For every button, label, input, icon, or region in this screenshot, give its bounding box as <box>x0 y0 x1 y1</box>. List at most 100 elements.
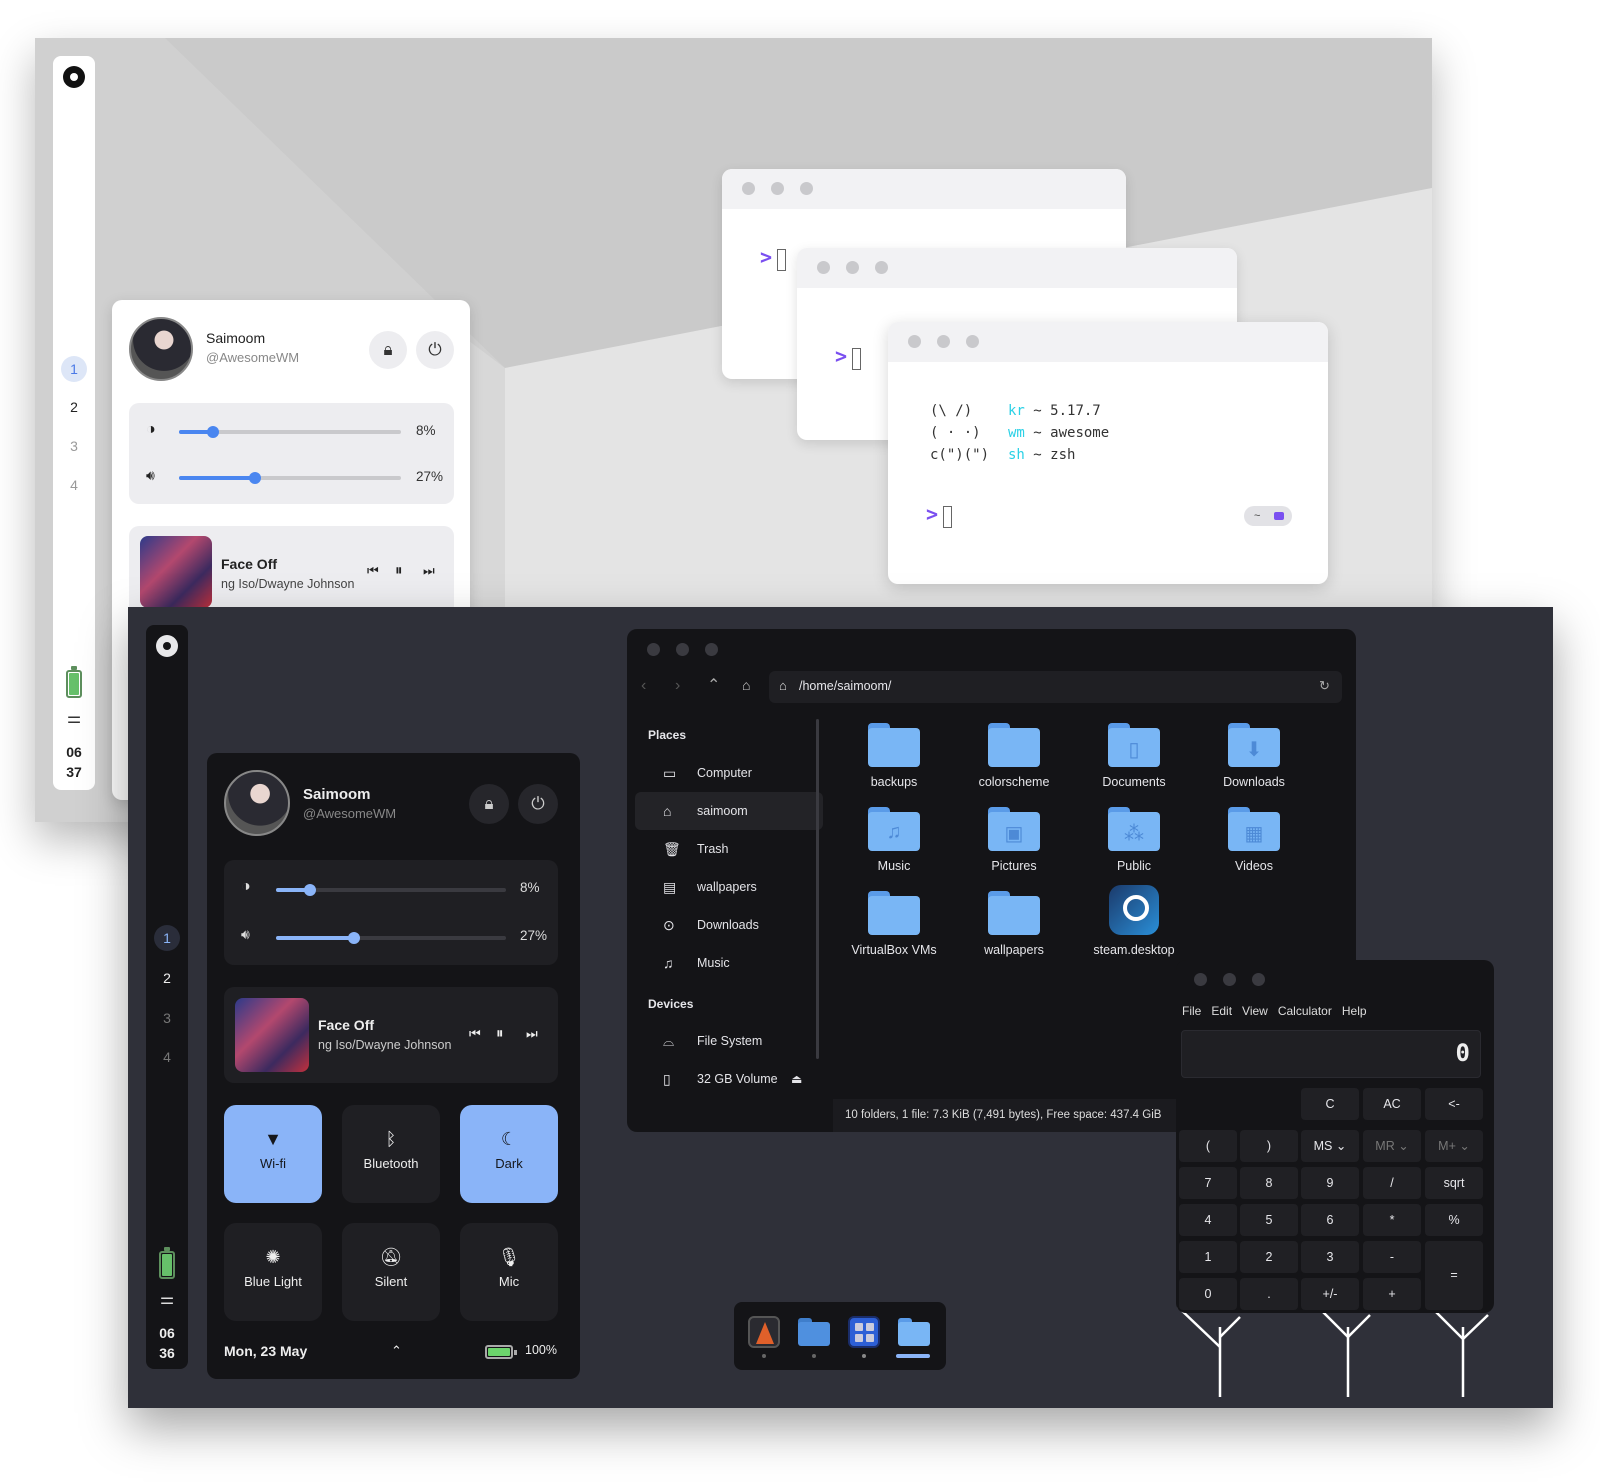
window-dot[interactable] <box>705 643 718 656</box>
lock-button[interactable]: 🔒︎ <box>369 331 407 369</box>
path-bar[interactable]: ⌂ /home/saimoom/ ↻ <box>769 671 1342 703</box>
folder-colorscheme[interactable]: colorscheme <box>954 723 1074 789</box>
calculator-window[interactable]: File Edit View Calculator Help 0 C AC <- ( )… <box>1176 960 1494 1313</box>
folder-music[interactable]: ♫ Music <box>834 807 954 873</box>
refresh-icon[interactable]: ↻ <box>1319 678 1330 694</box>
sidebar-item-trash[interactable]: 🗑︎ Trash <box>635 830 823 868</box>
key-1[interactable]: 1 <box>1179 1241 1237 1273</box>
mic-toggle[interactable]: 🎙︎ Mic <box>460 1223 558 1321</box>
sidebar-item-downloads[interactable]: ⊙ Downloads <box>635 906 823 944</box>
workspace-1[interactable]: 1 <box>61 356 87 382</box>
volume-knob[interactable] <box>348 932 360 944</box>
key-percent[interactable]: % <box>1425 1204 1483 1236</box>
brightness-knob[interactable] <box>207 426 219 438</box>
window-dot[interactable] <box>771 182 784 195</box>
window-dot[interactable] <box>800 182 813 195</box>
volume-knob[interactable] <box>249 472 261 484</box>
sidebar-item-music[interactable]: ♫ Music <box>635 944 823 982</box>
sidebar-item-computer[interactable]: ▭ Computer <box>635 754 823 792</box>
terminal-window-3[interactable]: (\ /) ( · ·) c(")(") kr ~ 5.17.7 wm ~ aw… <box>888 322 1328 584</box>
launcher-logo-icon[interactable] <box>63 66 85 88</box>
window-dot[interactable] <box>937 335 950 348</box>
key-backspace[interactable]: <- <box>1425 1088 1483 1120</box>
chevron-up-icon[interactable]: ⌃ <box>391 1343 402 1359</box>
next-icon[interactable]: ⏭ <box>526 1026 538 1042</box>
folder-public[interactable]: ⁂ Public <box>1074 807 1194 873</box>
back-icon[interactable]: ‹ <box>641 677 646 695</box>
power-button[interactable]: ⏻ <box>518 784 558 824</box>
key-add[interactable]: + <box>1363 1278 1421 1310</box>
key-all-clear[interactable]: AC <box>1363 1088 1421 1120</box>
files-icon[interactable] <box>798 1316 830 1348</box>
lock-button[interactable]: 🔒︎ <box>469 784 509 824</box>
key-9[interactable]: 9 <box>1301 1167 1359 1199</box>
dark-mode-toggle[interactable]: ☾ Dark <box>460 1105 558 1203</box>
up-icon[interactable]: ⌃ <box>707 675 720 695</box>
next-icon[interactable]: ⏭ <box>423 563 435 579</box>
menu-help[interactable]: Help <box>1342 1004 1367 1018</box>
key-8[interactable]: 8 <box>1240 1167 1298 1199</box>
alacritty-icon[interactable] <box>748 1316 780 1348</box>
window-dot[interactable] <box>742 182 755 195</box>
key-7[interactable]: 7 <box>1179 1167 1237 1199</box>
sidebar-item-home[interactable]: ⌂ saimoom <box>635 792 823 830</box>
workspace-4[interactable]: 4 <box>154 1044 180 1070</box>
sidebar-scrollbar[interactable] <box>816 719 819 1059</box>
key-memory-recall[interactable]: MR ⌄ <box>1363 1130 1421 1162</box>
wifi-toggle[interactable]: ▼ Wi-fi <box>224 1105 322 1203</box>
window-dot[interactable] <box>966 335 979 348</box>
key-memory-add[interactable]: M+ ⌄ <box>1425 1130 1483 1162</box>
folder-pictures[interactable]: ▣ Pictures <box>954 807 1074 873</box>
pause-icon[interactable]: ⏸ <box>496 1025 504 1042</box>
key-2[interactable]: 2 <box>1240 1241 1298 1273</box>
key-decimal[interactable]: . <box>1240 1278 1298 1310</box>
key-open-paren[interactable]: ( <box>1179 1130 1237 1162</box>
window-dot[interactable] <box>1223 973 1236 986</box>
volume-slider[interactable] <box>179 472 401 484</box>
blue-light-toggle[interactable]: ✺ Blue Light <box>224 1223 322 1321</box>
key-divide[interactable]: / <box>1363 1167 1421 1199</box>
workspace-2[interactable]: 2 <box>61 394 87 420</box>
folder-downloads[interactable]: ⬇ Downloads <box>1194 723 1314 789</box>
forward-icon[interactable]: › <box>675 677 680 695</box>
folder-wallpapers[interactable]: wallpapers <box>954 891 1074 957</box>
power-button[interactable]: ⏻ <box>416 331 454 369</box>
window-dot[interactable] <box>846 261 859 274</box>
key-negate[interactable]: +/- <box>1301 1278 1359 1310</box>
eject-icon[interactable]: ⏏ <box>791 1060 802 1098</box>
home-icon[interactable]: ⌂ <box>742 677 750 693</box>
file-manager-icon[interactable] <box>898 1316 930 1348</box>
bluetooth-toggle[interactable]: ᛒ Bluetooth <box>342 1105 440 1203</box>
volume-slider[interactable] <box>276 932 506 944</box>
key-sqrt[interactable]: sqrt <box>1425 1167 1483 1199</box>
workspace-4[interactable]: 4 <box>61 472 87 498</box>
window-dot[interactable] <box>647 643 660 656</box>
key-close-paren[interactable]: ) <box>1240 1130 1298 1162</box>
window-dot[interactable] <box>1194 973 1207 986</box>
key-6[interactable]: 6 <box>1301 1204 1359 1236</box>
sidebar-item-volume[interactable]: ▯ 32 GB Volume ⏏ <box>635 1060 823 1098</box>
workspace-3[interactable]: 3 <box>61 433 87 459</box>
window-dot[interactable] <box>875 261 888 274</box>
brightness-slider[interactable] <box>179 426 401 438</box>
key-subtract[interactable]: - <box>1363 1241 1421 1273</box>
file-steam-desktop[interactable]: steam.desktop <box>1074 885 1194 957</box>
silent-toggle[interactable]: 🔕︎ Silent <box>342 1223 440 1321</box>
folder-backups[interactable]: backups <box>834 723 954 789</box>
key-5[interactable]: 5 <box>1240 1204 1298 1236</box>
menu-edit[interactable]: Edit <box>1211 1004 1232 1018</box>
sidebar-item-filesystem[interactable]: ⌓ File System <box>635 1022 823 1060</box>
menu-file[interactable]: File <box>1182 1004 1201 1018</box>
key-3[interactable]: 3 <box>1301 1241 1359 1273</box>
previous-icon[interactable]: ⏮ <box>367 563 379 579</box>
folder-documents[interactable]: ▯ Documents <box>1074 723 1194 789</box>
brightness-knob[interactable] <box>304 884 316 896</box>
folder-virtualbox-vms[interactable]: VirtualBox VMs <box>834 891 954 957</box>
folder-videos[interactable]: ▦ Videos <box>1194 807 1314 873</box>
tune-icon[interactable]: ⚌ <box>158 1289 176 1309</box>
key-4[interactable]: 4 <box>1179 1204 1237 1236</box>
key-equals[interactable]: = <box>1425 1241 1483 1310</box>
menu-calculator[interactable]: Calculator <box>1278 1004 1332 1018</box>
window-dot[interactable] <box>908 335 921 348</box>
window-dot[interactable] <box>676 643 689 656</box>
